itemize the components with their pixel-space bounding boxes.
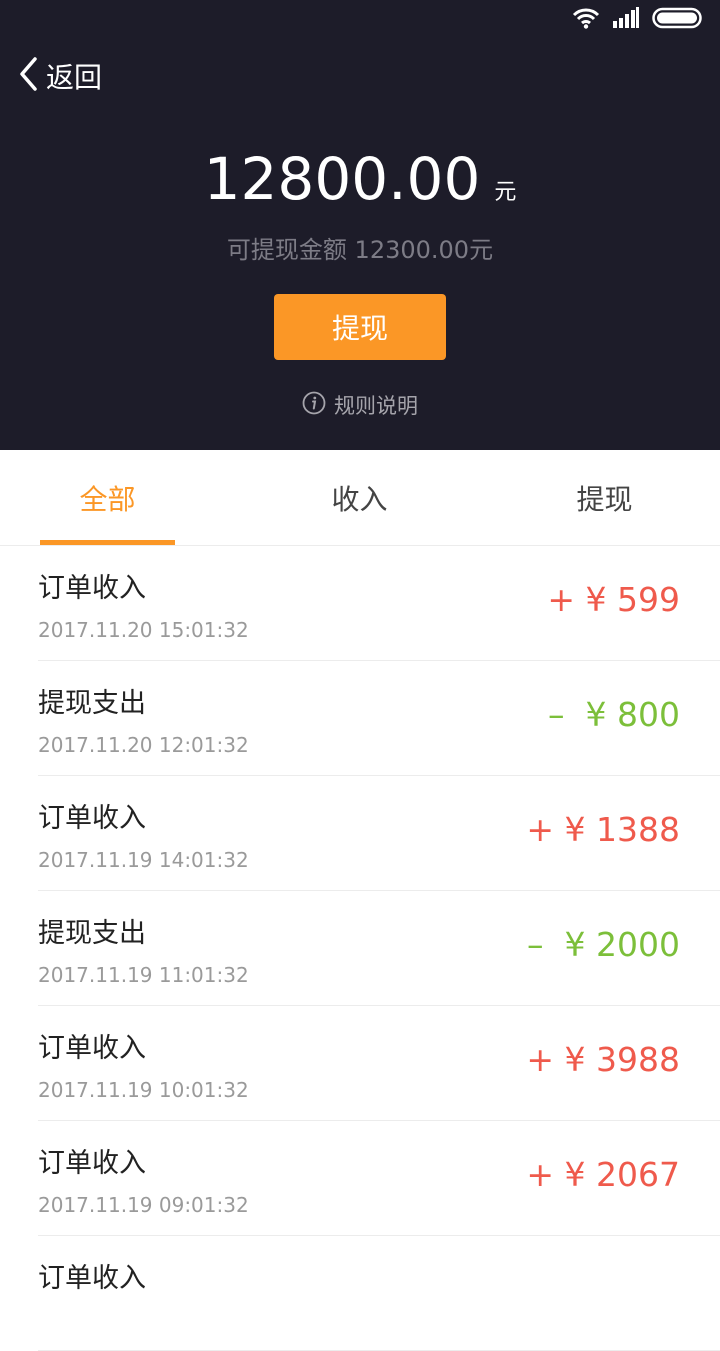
header-panel: 返回 12800.00 元 可提现金额 12300.00元 提现 规则说明	[0, 0, 720, 450]
transaction-amount: – ¥ 2000	[527, 925, 680, 964]
transaction-title: 提现支出	[38, 688, 146, 719]
back-label: 返回	[46, 61, 103, 94]
transaction-amount: + ¥ 1388	[526, 810, 680, 849]
rules-link[interactable]: 规则说明	[0, 390, 720, 420]
tab-all[interactable]: 全部	[40, 450, 175, 546]
rules-label: 规则说明	[334, 394, 418, 418]
transaction-title: 订单收入	[38, 1148, 146, 1179]
chevron-left-icon	[18, 56, 38, 96]
transaction-amount: – ¥ 800	[548, 695, 680, 734]
transaction-row[interactable]: 订单收入 2017.11.19 09:01:32 + ¥ 2067	[38, 1121, 720, 1236]
tab-income[interactable]: 收入	[292, 450, 427, 546]
transaction-title: 订单收入	[38, 573, 146, 604]
filter-tabs: 全部 收入 提现	[0, 450, 720, 546]
withdrawable-amount: 可提现金额 12300.00元	[226, 236, 494, 264]
transaction-row[interactable]: 订单收入 2017.11.20 15:01:32 + ¥ 599	[38, 546, 720, 661]
transaction-time: 2017.11.19 11:01:32	[38, 963, 249, 987]
transaction-row[interactable]: 订单收入 2017.11.19 10:01:32 + ¥ 3988	[38, 1006, 720, 1121]
transaction-time: 2017.11.20 15:01:32	[38, 618, 249, 642]
active-tab-indicator	[40, 540, 175, 545]
transaction-time: 2017.11.19 09:01:32	[38, 1193, 249, 1217]
transaction-title: 订单收入	[38, 1263, 146, 1294]
status-bar	[572, 6, 704, 34]
transaction-list: 订单收入 2017.11.20 15:01:32 + ¥ 599 提现支出 20…	[0, 546, 720, 1351]
transaction-amount: + ¥ 599	[547, 580, 680, 619]
transaction-row[interactable]: 订单收入 2017.11.19 14:01:32 + ¥ 1388	[38, 776, 720, 891]
transaction-row[interactable]: 提现支出 2017.11.19 11:01:32 – ¥ 2000	[38, 891, 720, 1006]
info-icon	[302, 391, 326, 419]
battery-icon	[652, 7, 704, 33]
transaction-time: 2017.11.20 12:01:32	[38, 733, 249, 757]
transaction-time: 2017.11.19 10:01:32	[38, 1078, 249, 1102]
transaction-row[interactable]: 提现支出 2017.11.20 12:01:32 – ¥ 800	[38, 661, 720, 776]
tab-withdraw[interactable]: 提现	[537, 450, 672, 546]
balance-display: 12800.00 元	[0, 145, 720, 213]
transaction-row[interactable]: 订单收入	[38, 1236, 720, 1351]
transaction-amount: + ¥ 3988	[526, 1040, 680, 1079]
transaction-time: 2017.11.19 14:01:32	[38, 848, 249, 872]
transaction-title: 提现支出	[38, 918, 146, 949]
withdraw-button[interactable]: 提现	[274, 294, 446, 360]
transaction-title: 订单收入	[38, 803, 146, 834]
back-button[interactable]: 返回	[18, 56, 102, 96]
balance-unit: 元	[494, 180, 517, 205]
transaction-title: 订单收入	[38, 1033, 146, 1064]
wifi-icon	[572, 7, 600, 33]
signal-icon	[612, 7, 640, 33]
balance-amount: 12800.00	[203, 145, 481, 213]
transaction-amount: + ¥ 2067	[526, 1155, 680, 1194]
